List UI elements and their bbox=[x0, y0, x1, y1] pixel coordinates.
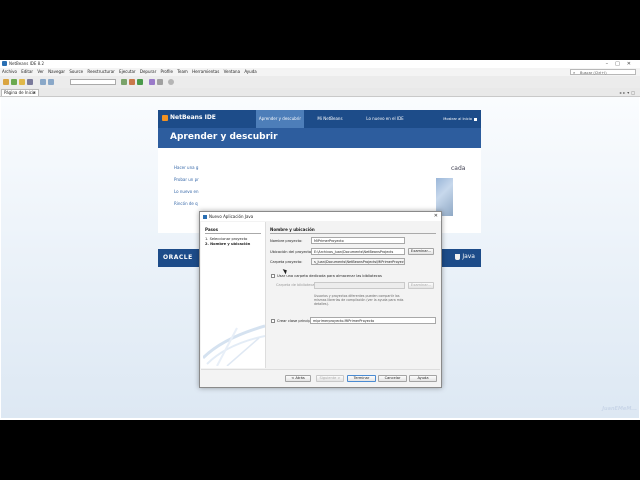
library-browse-button[interactable]: Examinar... bbox=[408, 282, 434, 289]
show-on-startup[interactable]: Mostrar al Inicio bbox=[443, 110, 477, 128]
dialog-title-bar: Nuevo Aplicación Java ✕ bbox=[200, 212, 441, 221]
menu-archivo[interactable]: Archivo bbox=[2, 69, 17, 74]
menu-navegar[interactable]: Navegar bbox=[48, 69, 65, 74]
debug-icon[interactable] bbox=[149, 79, 155, 85]
banner-title: Aprender y descubrir bbox=[170, 132, 278, 142]
java-cup-icon bbox=[455, 253, 461, 260]
library-hint: Usuarios y proyectos diferentes pueden c… bbox=[314, 294, 404, 307]
tab-label: Página de Inicio bbox=[4, 90, 36, 95]
window-title: NetBeans IDE 8.2 bbox=[9, 61, 44, 66]
oracle-logo[interactable]: ORACLE bbox=[163, 254, 193, 261]
learn-link-3[interactable]: Lo nuevo en bbox=[174, 189, 199, 194]
learn-link-4[interactable]: Rincón de q bbox=[174, 201, 198, 206]
browse-button[interactable]: Examinar... bbox=[408, 248, 434, 255]
main-class-field[interactable]: miprimerproyecto.MiPrimerProyecto bbox=[310, 317, 436, 324]
menu-ventana[interactable]: Ventana bbox=[224, 69, 240, 74]
library-folder-field[interactable] bbox=[314, 282, 405, 289]
next-button[interactable]: Siguiente > bbox=[316, 375, 344, 382]
library-folder-label: Carpeta de bibliotecas: bbox=[276, 283, 318, 287]
netbeans-app-icon bbox=[2, 61, 7, 66]
menu-team[interactable]: Team bbox=[177, 69, 188, 74]
close-icon[interactable]: ✕ bbox=[33, 90, 36, 96]
netbeans-cube-icon bbox=[162, 114, 168, 121]
new-java-application-dialog: Nuevo Aplicación Java ✕ Pasos 1. Selecci… bbox=[199, 211, 442, 388]
dialog-app-icon bbox=[203, 215, 207, 219]
settings-icon[interactable] bbox=[168, 79, 174, 85]
create-main-class-label[interactable]: Crear clase principal bbox=[277, 319, 314, 323]
wizard-decoration-image bbox=[203, 324, 265, 366]
step-2: 2. Nombre y ubicación bbox=[205, 242, 251, 246]
step-1: 1. Seleccionar proyecto bbox=[205, 237, 248, 241]
dialog-button-bar: < Atrás Siguiente > Terminar Cancelar Ay… bbox=[201, 369, 440, 387]
menu-ayuda[interactable]: Ayuda bbox=[244, 69, 256, 74]
new-file-icon[interactable] bbox=[3, 79, 9, 85]
menu-source[interactable]: Source bbox=[69, 69, 83, 74]
build-icon[interactable] bbox=[121, 79, 127, 85]
title-bar: NetBeans IDE 8.2 –□✕ bbox=[0, 60, 640, 68]
tab-scroll-controls[interactable]: ◂▸▾□ bbox=[619, 90, 637, 95]
tab-my-netbeans[interactable]: Mi NetBeans bbox=[306, 110, 354, 128]
menu-editar[interactable]: Editar bbox=[21, 69, 33, 74]
create-main-class-checkbox[interactable] bbox=[271, 319, 275, 323]
search-placeholder: Buscar (Ctrl+I) bbox=[580, 71, 607, 75]
menu-bar: Archivo Editar Ver Navegar Source Reestr… bbox=[0, 68, 640, 76]
finish-button[interactable]: Terminar bbox=[347, 375, 376, 382]
learn-banner: Aprender y descubrir bbox=[158, 128, 481, 148]
menu-profile[interactable]: Profile bbox=[161, 69, 173, 74]
steps-divider bbox=[205, 233, 261, 234]
tab-whats-new[interactable]: Lo nuevo en el IDE bbox=[356, 110, 414, 128]
close-icon[interactable]: ✕ bbox=[434, 212, 438, 221]
learn-link-2[interactable]: Probar un pr bbox=[174, 177, 199, 182]
java-logo[interactable]: Java bbox=[455, 253, 475, 260]
location-label: Ubicación del proyecto: bbox=[270, 250, 313, 254]
menu-depurar[interactable]: Depurar bbox=[140, 69, 156, 74]
configuration-select[interactable] bbox=[70, 79, 116, 85]
start-page-header: NetBeans IDE Aprender y descubrir Mi Net… bbox=[158, 110, 481, 128]
learn-link-1[interactable]: Hacer una g bbox=[174, 165, 198, 170]
menu-ver[interactable]: Ver bbox=[37, 69, 44, 74]
netbeans-logo: NetBeans IDE bbox=[162, 114, 216, 121]
menu-ejecutar[interactable]: Ejecutar bbox=[119, 69, 136, 74]
help-button[interactable]: Ayuda bbox=[409, 375, 437, 382]
project-name-field[interactable]: MiPrimerProyecto bbox=[311, 237, 405, 244]
project-folder-label: Carpeta proyecto: bbox=[270, 260, 303, 264]
watermark: JuanEMeM... bbox=[602, 406, 637, 412]
location-field[interactable]: E:\Archivos_Juan\Documents\NetBeansProje… bbox=[311, 248, 405, 255]
featured-heading: cada bbox=[451, 165, 466, 172]
tab-start-page[interactable]: Página de Inicio ✕ bbox=[1, 89, 39, 96]
project-folder-field[interactable]: s_Juan\Documents\NetBeansProjects\MiPrim… bbox=[311, 258, 405, 265]
section-divider bbox=[270, 233, 436, 234]
dialog-title: Nuevo Aplicación Java bbox=[209, 214, 254, 219]
steps-heading: Pasos bbox=[205, 227, 219, 232]
clean-build-icon[interactable] bbox=[129, 79, 135, 85]
menu-reestructurar[interactable]: Reestructurar bbox=[87, 69, 114, 74]
project-name-label: Nombre proyecto: bbox=[270, 239, 303, 243]
screen: NetBeans IDE 8.2 –□✕ Archivo Editar Ver … bbox=[0, 60, 640, 420]
use-library-folder-checkbox[interactable] bbox=[271, 274, 275, 278]
save-all-icon[interactable] bbox=[27, 79, 33, 85]
open-project-icon[interactable] bbox=[19, 79, 25, 85]
show-on-startup-checkbox[interactable] bbox=[474, 117, 477, 121]
section-title: Nombre y ubicación bbox=[270, 227, 315, 232]
menu-herramientas[interactable]: Herramientas bbox=[192, 69, 219, 74]
cancel-button[interactable]: Cancelar bbox=[378, 375, 407, 382]
profile-icon[interactable] bbox=[157, 79, 163, 85]
search-input[interactable]: ⌕ Buscar (Ctrl+I) bbox=[570, 69, 636, 75]
tab-learn[interactable]: Aprender y descubrir bbox=[256, 110, 304, 128]
back-button[interactable]: < Atrás bbox=[285, 375, 311, 382]
undo-icon[interactable] bbox=[40, 79, 46, 85]
new-project-icon[interactable] bbox=[11, 79, 17, 85]
steps-panel: Pasos 1. Seleccionar proyecto 2. Nombre … bbox=[201, 222, 266, 368]
editor-tab-strip: Página de Inicio ✕ bbox=[0, 88, 640, 97]
use-library-folder-label[interactable]: Usar una carpeta dedicada para almacenar… bbox=[277, 274, 382, 278]
window-controls[interactable]: –□✕ bbox=[606, 60, 638, 68]
redo-icon[interactable] bbox=[48, 79, 54, 85]
run-icon[interactable] bbox=[137, 79, 143, 85]
